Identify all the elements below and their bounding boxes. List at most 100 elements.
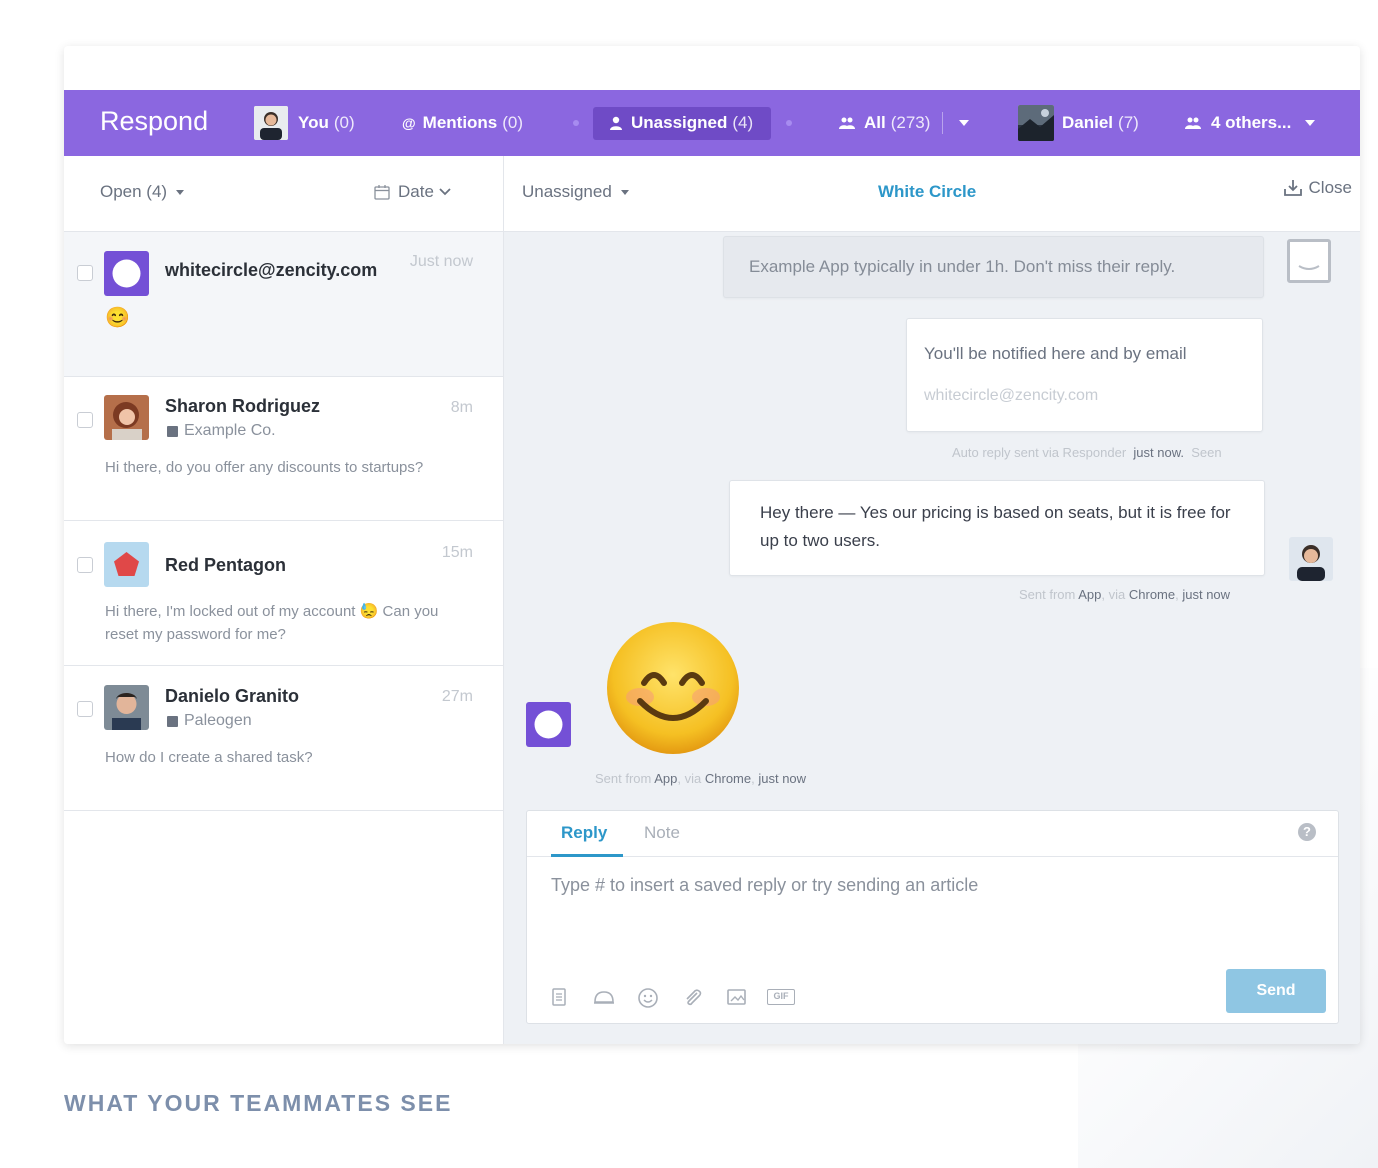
avatar [526, 702, 571, 747]
brand-title: Respond [100, 106, 209, 136]
emoji-picker-icon[interactable] [637, 987, 658, 1008]
conversation-preview: How do I create a shared task? [105, 749, 313, 766]
sort-label: Date [398, 182, 434, 201]
conversation-item-sharon[interactable]: Sharon Rodriguez Example Co. 8m Hi there… [64, 377, 503, 521]
send-button[interactable]: Send [1226, 969, 1326, 1013]
company-label: Paleogen [184, 712, 252, 729]
agent-message-bubble: Hey there — Yes our pricing is based on … [729, 480, 1265, 576]
conversation-pane: Unassigned White Circle Close Example Ap… [504, 156, 1360, 1044]
top-nav-bar: Respond You (0) @ Mentions (0) Unassigned(… [64, 90, 1360, 156]
avatar [104, 685, 149, 730]
auto-reply-bubble: Example App typically in under 1h. Don't… [723, 236, 1264, 298]
meta-time: just now [758, 771, 807, 786]
meta-text: Sent from [595, 771, 652, 786]
meta-time: just now. [1133, 445, 1184, 460]
tab-others-label: 4 others... [1211, 113, 1292, 132]
conversation-preview: Hi there, do you offer any discounts to … [105, 459, 424, 476]
tab-all-label: All [864, 113, 886, 132]
composer-tabs: Reply Note ? [527, 811, 1338, 857]
attachment-icon[interactable] [682, 987, 702, 1007]
tab-mentions[interactable]: @ Mentions (0) [402, 90, 523, 156]
gif-icon[interactable]: GIF [767, 987, 795, 1007]
meta-time: just now [1182, 587, 1231, 602]
conversation-item-red-pentagon[interactable]: Red Pentagon 15m Hi there, I'm locked ou… [64, 521, 503, 666]
download-tray-icon [1283, 180, 1302, 196]
tab-unassigned-label: Unassigned [631, 113, 728, 132]
smiling-emoji-icon [604, 619, 742, 762]
conversation-time: Just now [409, 253, 473, 270]
chevron-down-icon [959, 120, 969, 126]
people-icon [1185, 117, 1201, 129]
conversation-item-whitecircle[interactable]: whitecircle@zencity.com Just now 😊 [64, 232, 503, 377]
notify-bubble: You'll be notified here and by email whi… [906, 318, 1263, 432]
emoji-icon: 😓 [359, 603, 379, 620]
sort-dropdown[interactable]: Date [374, 182, 451, 202]
all-dropdown-toggle[interactable] [959, 90, 969, 156]
notify-email: whitecircle@zencity.com [924, 387, 1099, 404]
caption: WHAT YOUR TEAMMATES SEE [64, 1090, 453, 1116]
conversation-company: Example Co. [167, 422, 276, 440]
tab-mentions-label: Mentions [422, 113, 498, 132]
at-icon: @ [402, 115, 416, 131]
tab-daniel-count: (7) [1118, 113, 1139, 132]
chevron-down-icon [620, 189, 629, 195]
avatar [104, 251, 149, 296]
meta-browser: Chrome [1128, 587, 1176, 602]
conversation-checkbox[interactable] [77, 557, 93, 573]
image-icon[interactable] [726, 987, 746, 1007]
tab-all[interactable]: All (273) [839, 90, 930, 156]
meta-text: , via [1101, 587, 1126, 602]
building-icon [167, 715, 178, 727]
bot-avatar [1287, 239, 1331, 283]
tab-daniel[interactable]: Daniel (7) [1018, 90, 1139, 156]
tab-daniel-label: Daniel [1062, 113, 1114, 132]
calendar-icon [374, 185, 390, 200]
conversation-preview: 😊 [105, 307, 130, 329]
status-filter-dropdown[interactable]: Open (4) [100, 182, 185, 202]
help-icon[interactable]: ? [1298, 823, 1316, 841]
separator-dot [573, 120, 579, 126]
building-icon [167, 425, 178, 437]
tab-you[interactable]: You (0) [254, 90, 355, 156]
auto-reply-meta: Auto reply sent via Responder just now. … [952, 445, 1222, 460]
avatar [1289, 537, 1333, 581]
tab-others[interactable]: 4 others... [1185, 90, 1316, 156]
assignee-dropdown[interactable]: Unassigned [522, 182, 629, 202]
conversation-checkbox[interactable] [77, 701, 93, 717]
list-header: Open (4) Date [64, 156, 503, 232]
conversation-time: 8m [450, 399, 473, 416]
tab-note[interactable]: Note [644, 823, 680, 843]
conversation-name: Red Pentagon [165, 555, 287, 575]
conversation-company: Paleogen [167, 712, 252, 730]
avatar [104, 542, 149, 587]
meta-text: Auto reply sent via Responder [952, 445, 1127, 460]
agent-message-text: Hey there — Yes our pricing is based on … [760, 503, 1231, 550]
avatar [254, 106, 288, 140]
people-icon [839, 117, 855, 129]
close-button[interactable]: Close [1283, 178, 1352, 198]
conversation-checkbox[interactable] [77, 412, 93, 428]
meta-browser: Chrome [704, 771, 752, 786]
conversation-name: whitecircle@zencity.com [165, 260, 378, 280]
chevron-down-icon [1305, 120, 1316, 126]
customer-message-meta: Sent from App, via Chrome, just now [595, 771, 807, 786]
meta-status: Seen [1191, 445, 1222, 460]
conversation-checkbox[interactable] [77, 265, 93, 281]
saved-reply-icon[interactable] [549, 987, 569, 1007]
company-label: Example Co. [184, 422, 276, 439]
divider [942, 112, 943, 134]
article-icon[interactable] [593, 987, 614, 1007]
reply-input[interactable]: Type # to insert a saved reply or try se… [551, 875, 978, 896]
preview-text: Hi there, I'm locked out of my account [105, 603, 356, 620]
separator-dot [786, 120, 792, 126]
meta-app: App [654, 771, 678, 786]
tab-reply[interactable]: Reply [561, 823, 607, 843]
conversation-title: White Circle [878, 182, 977, 201]
tab-all-count: (273) [890, 113, 931, 132]
tab-unassigned[interactable]: Unassigned (4) [609, 90, 753, 156]
avatar [1018, 105, 1054, 141]
conversation-item-danielo[interactable]: Danielo Granito Paleogen 27m How do I cr… [64, 666, 503, 811]
gif-label: GIF [767, 989, 795, 1005]
conversation-header: Unassigned White Circle Close [504, 156, 1360, 232]
tab-mentions-count: (0) [502, 113, 524, 132]
